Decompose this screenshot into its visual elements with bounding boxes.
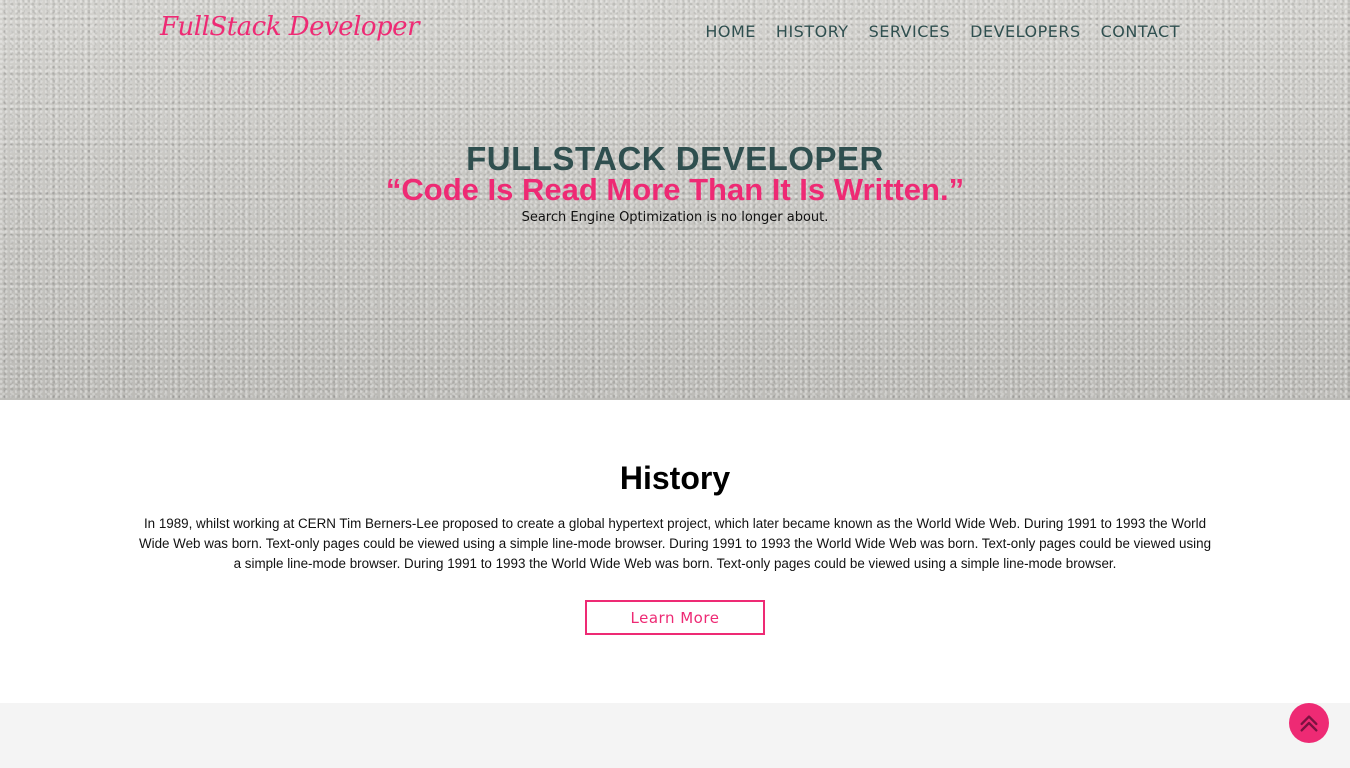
double-chevron-up-icon	[1300, 715, 1318, 732]
nav-history[interactable]: HISTORY	[776, 20, 849, 44]
hero-banner: FullStack Developer HOME HISTORY SERVICE…	[0, 0, 1350, 400]
nav-home[interactable]: HOME	[705, 20, 756, 44]
learn-more-button[interactable]: Learn More	[585, 600, 765, 635]
nav-developers[interactable]: DEVELOPERS	[970, 20, 1080, 44]
hero-quote: “Code Is Read More Than It Is Written.”	[385, 172, 965, 207]
next-section	[0, 703, 1350, 768]
site-logo[interactable]: FullStack Developer	[160, 12, 420, 42]
nav-services[interactable]: SERVICES	[869, 20, 951, 44]
hero-subtitle: Search Engine Optimization is no longer …	[521, 210, 829, 225]
history-heading: History	[619, 460, 731, 496]
nav-contact[interactable]: CONTACT	[1101, 20, 1180, 44]
scroll-to-top-button[interactable]	[1289, 703, 1329, 743]
history-body: In 1989, whilst working at CERN Tim Bern…	[138, 516, 1212, 571]
history-section: History In 1989, whilst working at CERN …	[0, 400, 1350, 703]
main-nav: HOME HISTORY SERVICES DEVELOPERS CONTACT	[705, 20, 1180, 44]
